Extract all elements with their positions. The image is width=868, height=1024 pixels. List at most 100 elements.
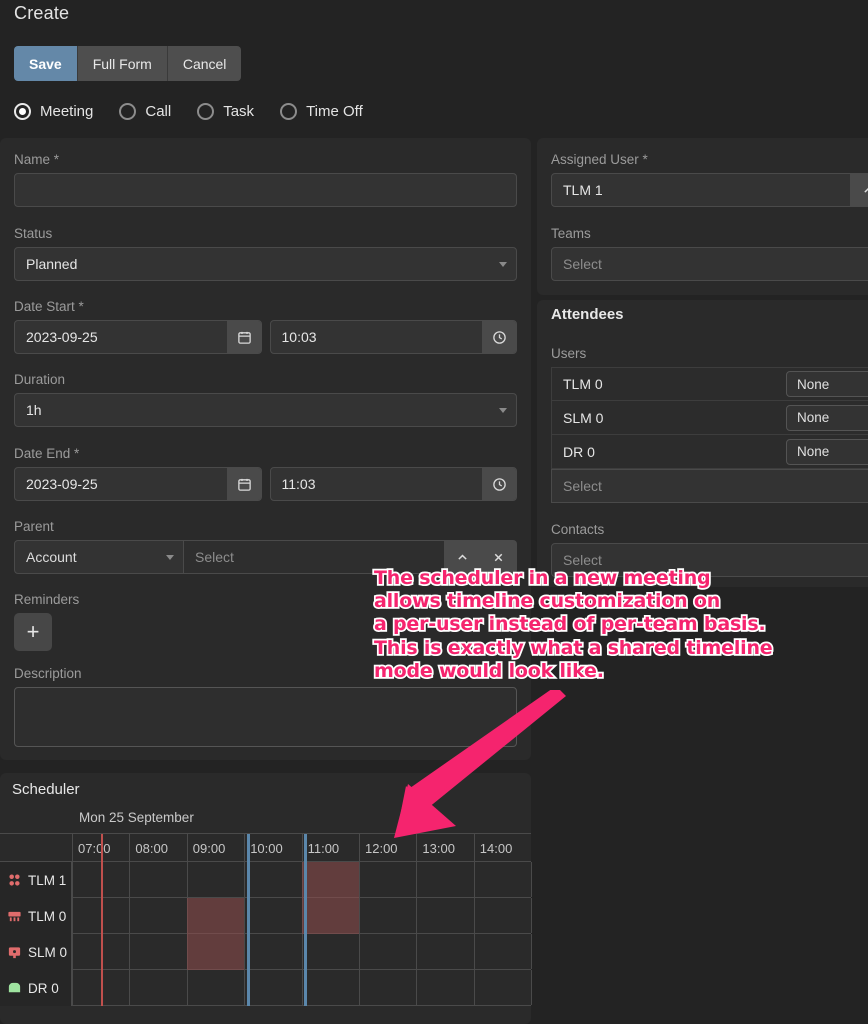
scheduler-row-tlm-0[interactable]: TLM 0 — [0, 898, 531, 934]
grid-line — [129, 934, 130, 969]
date-end-time-group[interactable]: 11:03 — [270, 467, 518, 501]
scheduler-busy-block[interactable] — [187, 898, 244, 934]
user-avatar-icon — [7, 981, 22, 996]
scheduler-row-dr-0[interactable]: DR 0 — [0, 970, 531, 1006]
annotation-line-3: a per-user instead of per-team basis. — [374, 613, 844, 636]
grid-line — [531, 934, 532, 969]
field-status: Status Planned — [14, 226, 517, 281]
attendee-users-label: Users — [551, 346, 868, 361]
field-teams: Teams Select — [551, 226, 868, 281]
table-row[interactable]: DR 0 None — [551, 435, 868, 469]
scheduler-row-name: DR 0 — [28, 981, 59, 996]
scheduler-row-label: SLM 0 — [0, 934, 72, 970]
attendee-users-add-input[interactable]: Select — [551, 469, 868, 503]
chevron-down-icon — [499, 408, 507, 413]
date-start-date-group[interactable]: 2023-09-25 — [14, 320, 262, 354]
scheduler-row-name: TLM 0 — [28, 909, 66, 924]
duration-value: 1h — [26, 402, 42, 418]
grid-line — [244, 934, 245, 969]
annotation-text: The scheduler in a new meeting allows ti… — [374, 567, 844, 683]
selection-end-marker — [304, 834, 307, 1006]
date-start-input[interactable]: 2023-09-25 — [15, 321, 227, 353]
attendee-status-value: None — [797, 410, 829, 425]
parent-type-value: Account — [26, 549, 77, 565]
grid-line — [359, 970, 360, 1005]
scheduler-busy-block[interactable] — [302, 898, 359, 934]
radio-meeting[interactable]: Meeting — [14, 103, 93, 120]
cancel-button[interactable]: Cancel — [168, 46, 242, 81]
attendee-status-select[interactable]: None — [786, 371, 868, 397]
table-row[interactable]: SLM 0 None — [551, 401, 868, 435]
radio-time-off[interactable]: Time Off — [280, 103, 363, 120]
full-form-button[interactable]: Full Form — [78, 46, 168, 81]
save-button[interactable]: Save — [14, 46, 78, 81]
date-start-time-group[interactable]: 10:03 — [270, 320, 518, 354]
annotation-line-2: allows timeline customization on — [374, 590, 844, 613]
attendees-panel: Attendees Users TLM 0 None SLM 0 None — [537, 300, 868, 587]
add-reminder-button[interactable]: + — [14, 613, 52, 651]
scheduler-row-tlm-1[interactable]: TLM 1 — [0, 862, 531, 898]
time-end-input[interactable]: 11:03 — [271, 468, 483, 500]
date-end-date-group[interactable]: 2023-09-25 — [14, 467, 262, 501]
attendee-contacts-label: Contacts — [551, 522, 868, 537]
field-date-start: Date Start * 2023-09-25 10:03 — [14, 299, 517, 354]
time-start-input[interactable]: 10:03 — [271, 321, 483, 353]
grid-line — [359, 898, 360, 933]
date-end-input[interactable]: 2023-09-25 — [15, 468, 227, 500]
teams-label: Teams — [551, 226, 868, 241]
attendee-name: TLM 0 — [552, 376, 786, 392]
assigned-user-input[interactable]: TLM 1 — [551, 173, 851, 207]
parent-type-select[interactable]: Account — [14, 540, 184, 574]
calendar-icon[interactable] — [227, 468, 261, 500]
attendee-users-add-row: Select — [551, 469, 868, 503]
radio-time-off-label: Time Off — [306, 103, 363, 120]
grid-line — [72, 970, 73, 1005]
grid-line — [72, 934, 73, 969]
status-label: Status — [14, 226, 517, 241]
clock-icon[interactable] — [482, 321, 516, 353]
scheduler-row-name: TLM 1 — [28, 873, 66, 888]
radio-meeting-label: Meeting — [40, 103, 93, 120]
field-attendee-users: Users TLM 0 None SLM 0 None — [551, 346, 868, 503]
assigned-user-expand-button[interactable] — [851, 173, 868, 207]
grid-line — [416, 862, 417, 897]
field-parent: Parent Account Select — [14, 519, 517, 574]
scheduler-row-name: SLM 0 — [28, 945, 67, 960]
scheduler-hour-0800: 08:00 — [129, 834, 186, 862]
radio-dot-icon — [14, 103, 31, 120]
user-avatar-icon — [7, 945, 22, 960]
attendee-status-select[interactable]: None — [786, 405, 868, 431]
name-label: Name * — [14, 152, 517, 167]
grid-line — [531, 970, 532, 1005]
date-start-label: Date Start * — [14, 299, 517, 314]
radio-task[interactable]: Task — [197, 103, 254, 120]
table-row[interactable]: TLM 0 None — [551, 367, 868, 401]
grid-line — [359, 862, 360, 897]
selection-start-marker — [247, 834, 250, 1006]
grid-line — [72, 898, 73, 933]
status-select[interactable]: Planned — [14, 247, 517, 281]
scheduler-busy-block[interactable] — [302, 862, 359, 898]
date-end-row: 2023-09-25 11:03 — [14, 467, 517, 501]
scheduler-busy-block[interactable] — [187, 934, 244, 970]
scheduler-hour-0900: 09:00 — [187, 834, 244, 862]
calendar-icon[interactable] — [227, 321, 261, 353]
teams-input[interactable]: Select — [551, 247, 868, 281]
user-avatar-icon — [7, 873, 22, 888]
annotation-line-4: This is exactly what a shared timeline — [374, 637, 844, 660]
page-title: Create — [14, 3, 69, 24]
grid-line — [302, 934, 303, 969]
grid-line — [187, 862, 188, 897]
scheduler-row-slm-0[interactable]: SLM 0 — [0, 934, 531, 970]
clock-icon[interactable] — [482, 468, 516, 500]
radio-call[interactable]: Call — [119, 103, 171, 120]
duration-select[interactable]: 1h — [14, 393, 517, 427]
scheduler-row-label: TLM 0 — [0, 898, 72, 934]
chevron-down-icon — [499, 262, 507, 267]
annotation-line-1: The scheduler in a new meeting — [374, 567, 844, 590]
field-duration: Duration 1h — [14, 372, 517, 427]
attendees-title: Attendees — [551, 306, 624, 323]
status-value: Planned — [26, 256, 77, 272]
attendee-status-select[interactable]: None — [786, 439, 868, 465]
name-input[interactable] — [14, 173, 517, 207]
